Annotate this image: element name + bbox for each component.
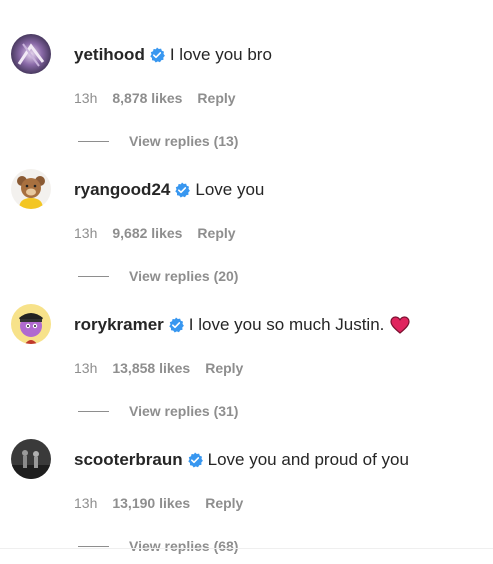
username[interactable]: ryangood24 <box>74 179 170 201</box>
replies-dash <box>78 140 109 142</box>
comment-body: Love you and proud of you <box>207 450 409 469</box>
view-replies-button[interactable]: View replies (13) <box>78 133 238 149</box>
view-replies-label: View replies (68) <box>129 538 239 554</box>
timestamp[interactable]: 13h <box>74 225 97 241</box>
comment-text-line: yetihood I love you bro <box>74 44 272 66</box>
reply-button[interactable]: Reply <box>197 90 235 106</box>
avatar[interactable] <box>11 439 51 479</box>
reply-button[interactable]: Reply <box>205 360 243 376</box>
avatar-rorykramer-icon <box>11 304 51 344</box>
comment-item: ryangood24 Love you 13h 9,682 likes Repl… <box>0 159 493 294</box>
comment-body: Love you <box>195 180 265 199</box>
likes-count[interactable]: 13,858 likes <box>112 360 190 376</box>
comment-meta: 13h 8,878 likes Reply <box>74 90 236 106</box>
comment-body: I love you bro <box>169 45 272 64</box>
avatar-ryangood24-icon <box>11 169 51 209</box>
verified-badge-icon <box>149 47 165 63</box>
comment-text-line: rorykramer I love you so much Justin. <box>74 314 410 336</box>
avatar-yetihood-icon <box>11 34 51 74</box>
avatar[interactable] <box>11 34 51 74</box>
comment-item: yetihood I love you bro 13h 8,878 likes … <box>0 24 493 159</box>
comment-text-line: ryangood24 Love you <box>74 179 264 201</box>
view-replies-label: View replies (31) <box>129 403 239 419</box>
replies-dash <box>78 545 109 547</box>
view-replies-button[interactable]: View replies (31) <box>78 403 238 419</box>
comment-meta: 13h 13,858 likes Reply <box>74 360 243 376</box>
username[interactable]: yetihood <box>74 44 145 66</box>
verified-badge-icon <box>168 317 184 333</box>
avatar[interactable] <box>11 304 51 344</box>
reply-button[interactable]: Reply <box>205 495 243 511</box>
likes-count[interactable]: 8,878 likes <box>112 90 182 106</box>
comment-meta: 13h 13,190 likes Reply <box>74 495 243 511</box>
comment-meta: 13h 9,682 likes Reply <box>74 225 236 241</box>
replies-dash <box>78 410 109 412</box>
comments-list: yetihood I love you bro 13h 8,878 likes … <box>0 0 493 564</box>
username[interactable]: rorykramer <box>74 314 164 336</box>
view-replies-button[interactable]: View replies (68) <box>78 538 238 554</box>
view-replies-label: View replies (20) <box>129 268 239 284</box>
reply-button[interactable]: Reply <box>197 225 235 241</box>
likes-count[interactable]: 13,190 likes <box>112 495 190 511</box>
view-replies-button[interactable]: View replies (20) <box>78 268 238 284</box>
timestamp[interactable]: 13h <box>74 360 97 376</box>
avatar[interactable] <box>11 169 51 209</box>
timestamp[interactable]: 13h <box>74 90 97 106</box>
comment-item: rorykramer I love you so much Justin. 13… <box>0 294 493 429</box>
verified-badge-icon <box>174 182 191 198</box>
avatar-scooterbraun-icon <box>11 439 51 479</box>
bottom-divider <box>0 548 493 549</box>
verified-badge-icon <box>187 452 203 468</box>
view-replies-label: View replies (13) <box>129 133 239 149</box>
username[interactable]: scooterbraun <box>74 449 183 471</box>
timestamp[interactable]: 13h <box>74 495 97 511</box>
likes-count[interactable]: 9,682 likes <box>112 225 182 241</box>
replies-dash <box>78 275 109 277</box>
comment-item: scooterbraun Love you and proud of you 1… <box>0 429 493 564</box>
comment-body: I love you so much Justin. <box>188 315 385 334</box>
comment-text-line: scooterbraun Love you and proud of you <box>74 449 409 471</box>
red-heart-icon <box>390 316 410 334</box>
